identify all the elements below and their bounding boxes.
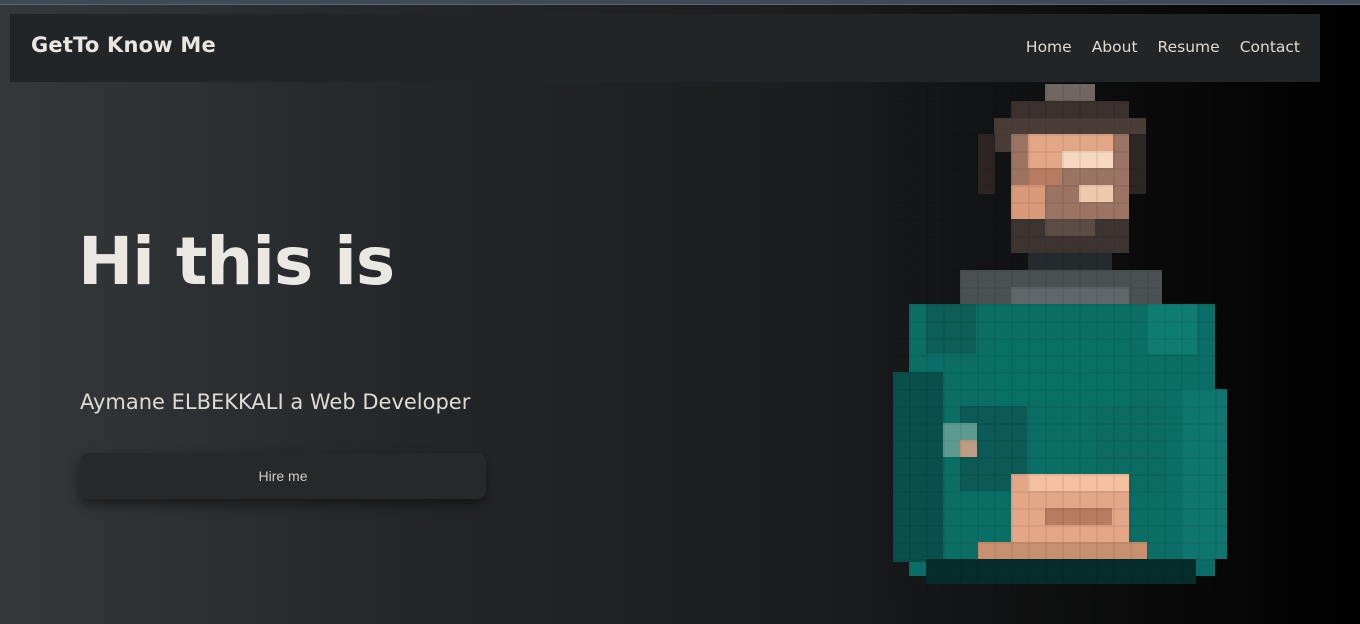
- profile-portrait-image: [893, 84, 1233, 594]
- hero-title: Hi this is: [78, 223, 395, 300]
- navbar: GetTo Know Me Home About Resume Contact: [10, 14, 1320, 82]
- nav-link-home[interactable]: Home: [1026, 38, 1072, 56]
- browser-top-strip: [0, 0, 1360, 5]
- nav-link-resume[interactable]: Resume: [1158, 38, 1220, 56]
- nav-link-about[interactable]: About: [1092, 38, 1138, 56]
- nav-links: Home About Resume Contact: [1006, 38, 1300, 56]
- brand-logo[interactable]: GetTo Know Me: [31, 33, 216, 57]
- hire-me-button[interactable]: Hire me: [80, 453, 486, 499]
- nav-link-contact[interactable]: Contact: [1240, 38, 1300, 56]
- hero-subtitle: Aymane ELBEKKALI a Web Developer: [80, 390, 471, 414]
